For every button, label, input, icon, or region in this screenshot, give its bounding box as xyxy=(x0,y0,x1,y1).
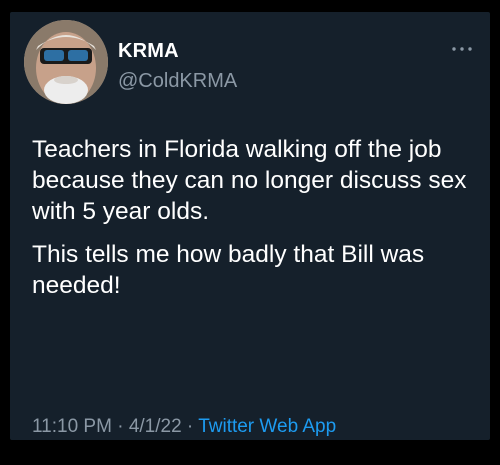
tweet-text: Teachers in Florida walking off the job … xyxy=(32,134,472,313)
author-handle[interactable]: @ColdKRMA xyxy=(118,70,237,93)
tweet-metadata: 11:10 PM · 4/1/22 · Twitter Web App xyxy=(32,416,336,438)
avatar-photo-icon xyxy=(24,20,108,104)
tweet-time[interactable]: 11:10 PM xyxy=(32,416,112,437)
separator: · xyxy=(186,416,194,437)
tweet-card: KRMA @ColdKRMA Teachers in Florida walki… xyxy=(10,12,490,440)
more-options-button[interactable] xyxy=(450,42,474,56)
avatar[interactable] xyxy=(24,20,108,104)
more-options-icon xyxy=(452,47,472,51)
tweet-paragraph: Teachers in Florida walking off the job … xyxy=(32,136,467,225)
author-display-name[interactable]: KRMA xyxy=(118,40,179,63)
tweet-date[interactable]: 4/1/22 xyxy=(129,416,182,437)
screenshot-frame: KRMA @ColdKRMA Teachers in Florida walki… xyxy=(0,0,500,465)
separator: · xyxy=(117,416,124,437)
tweet-source-link[interactable]: Twitter Web App xyxy=(198,416,336,437)
tweet-paragraph: This tells me how badly that Bill was ne… xyxy=(32,241,425,299)
